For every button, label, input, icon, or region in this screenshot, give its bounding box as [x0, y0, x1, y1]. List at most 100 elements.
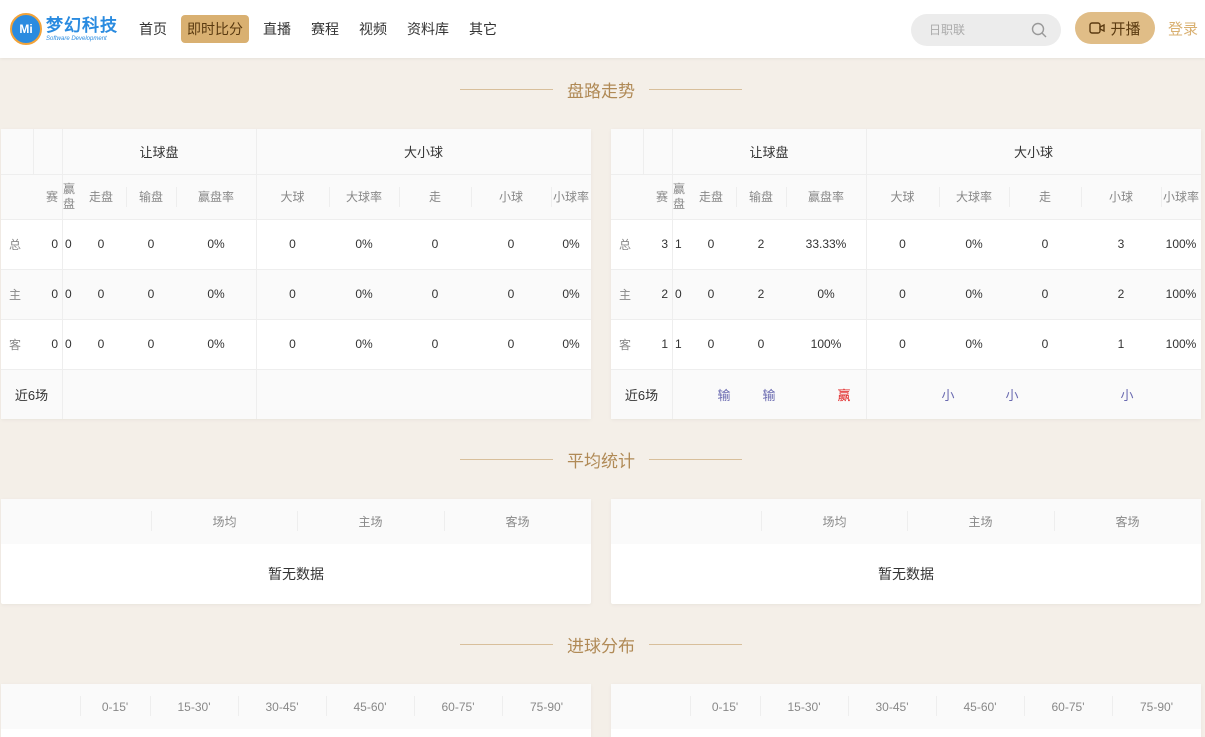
grid-line — [936, 696, 937, 716]
recent-handicap-result: 赢 — [837, 387, 851, 403]
grid-line — [866, 129, 867, 419]
table-cell: 0 — [1041, 237, 1049, 251]
nav-live-score[interactable]: 即时比分 — [181, 15, 249, 43]
table-cell: 0 — [431, 337, 439, 351]
recent-row — [1, 369, 591, 419]
grid-line — [848, 696, 849, 716]
section-title-text: 平均统计 — [567, 451, 635, 471]
column-header: 15-30' — [177, 699, 211, 714]
search-icon[interactable] — [1031, 22, 1047, 38]
table-cell: 0 — [899, 237, 906, 251]
table-cell: 0 — [1041, 337, 1049, 351]
grid-line — [551, 187, 552, 207]
column-header: 场均 — [212, 515, 237, 529]
column-header: 30-45' — [875, 699, 909, 714]
recent-handicap-result: 输 — [717, 387, 731, 403]
column-header: 赢盘 — [62, 181, 75, 211]
table-cell: 0 — [97, 337, 105, 351]
table-cell: 100% — [1165, 337, 1197, 351]
grid-line — [414, 696, 415, 716]
table-cell: 1 — [675, 237, 682, 251]
column-header: 赛 — [655, 190, 668, 204]
camera-icon — [1089, 22, 1106, 34]
column-header: 赛 — [45, 190, 58, 204]
divider — [649, 458, 742, 460]
grid-line — [176, 187, 177, 207]
brand-logo[interactable]: Mi 梦幻科技 Software Development — [10, 12, 118, 46]
go-live-button[interactable]: 开播 — [1075, 12, 1155, 44]
recent-ou-result: 小 — [1005, 387, 1019, 403]
table-cell: 100% — [810, 337, 842, 351]
column-header: 走 — [1038, 190, 1051, 204]
column-header: 大球 — [280, 190, 305, 204]
table-cell: 0 — [507, 287, 515, 301]
table-cell: 3 — [661, 237, 668, 251]
table-cell: 0 — [289, 287, 296, 301]
table-cell: 0 — [431, 237, 439, 251]
nav-video[interactable]: 视频 — [353, 15, 393, 43]
table-cell: 0 — [147, 287, 155, 301]
row-label: 客 — [8, 337, 21, 352]
column-header: 小球率 — [552, 190, 589, 204]
column-header: 小球 — [498, 190, 523, 204]
recent-label: 近6场 — [14, 387, 49, 403]
table-cell: 0 — [97, 287, 105, 301]
grid-line — [672, 129, 673, 419]
column-header: 0-15' — [711, 699, 739, 714]
nav-home[interactable]: 首页 — [133, 15, 173, 43]
table-cell: 0 — [289, 237, 296, 251]
main-nav: 首页 即时比分 直播 赛程 视频 资料库 其它 — [133, 0, 511, 58]
group-title-over-under: 大小球 — [403, 145, 443, 160]
grid-line — [329, 187, 330, 207]
recent-ou-result: 小 — [941, 387, 955, 403]
table-cell: 0% — [562, 237, 580, 251]
section-title-average: 平均统计 — [460, 447, 742, 471]
column-header: 客场 — [505, 515, 530, 529]
table-cell: 1 — [1117, 337, 1125, 351]
table-cell: 0% — [562, 287, 580, 301]
column-header: 输盘 — [138, 190, 163, 204]
table-cell: 0 — [707, 237, 715, 251]
column-header: 主场 — [358, 515, 383, 529]
grid-line — [1, 369, 591, 370]
table-cell: 0 — [507, 237, 515, 251]
column-header: 走盘 — [698, 190, 723, 204]
grid-line — [256, 129, 257, 419]
trend-table-home: 让球盘 大小球赛赢盘 走盘 输盘 赢盘率 大球 大球率走小球 小球率总 0 0 0 0 0% 0 0% 0 0 0… — [1, 129, 591, 419]
column-header: 主场 — [968, 515, 993, 529]
brand-name: 梦幻科技 — [46, 15, 118, 35]
table-cell: 0% — [207, 337, 225, 351]
nav-schedule[interactable]: 赛程 — [305, 15, 345, 43]
grid-line — [62, 129, 63, 419]
table-cell: 0 — [507, 337, 515, 351]
row-label: 总 — [8, 237, 21, 252]
table-cell: 0 — [289, 337, 296, 351]
grid-line — [1161, 187, 1162, 207]
grid-line — [1, 219, 591, 220]
table-cell: 1 — [675, 337, 682, 351]
column-header: 小球 — [1108, 190, 1133, 204]
grid-line — [761, 511, 762, 531]
column-header: 30-45' — [265, 699, 299, 714]
column-header: 75-90' — [530, 699, 563, 714]
table-cell: 0 — [51, 287, 58, 301]
table-cell: 0 — [65, 287, 72, 301]
column-header: 大球 — [890, 190, 915, 204]
grid-line — [786, 187, 787, 207]
table-cell: 3 — [1117, 237, 1125, 251]
table-cell: 2 — [1117, 287, 1125, 301]
divider — [460, 88, 553, 90]
table-cell: 0 — [707, 337, 715, 351]
grid-line — [326, 696, 327, 716]
search-input[interactable] — [929, 23, 1039, 37]
divider — [649, 88, 742, 90]
grid-line — [690, 696, 691, 716]
grid-line — [33, 129, 34, 174]
nav-database[interactable]: 资料库 — [401, 15, 455, 43]
divider — [460, 643, 553, 645]
nav-other[interactable]: 其它 — [463, 15, 503, 43]
column-header: 15-30' — [787, 699, 821, 714]
section-title-trend: 盘路走势 — [460, 77, 742, 101]
nav-live-stream[interactable]: 直播 — [257, 15, 297, 43]
login-link[interactable]: 登录 — [1168, 18, 1198, 39]
